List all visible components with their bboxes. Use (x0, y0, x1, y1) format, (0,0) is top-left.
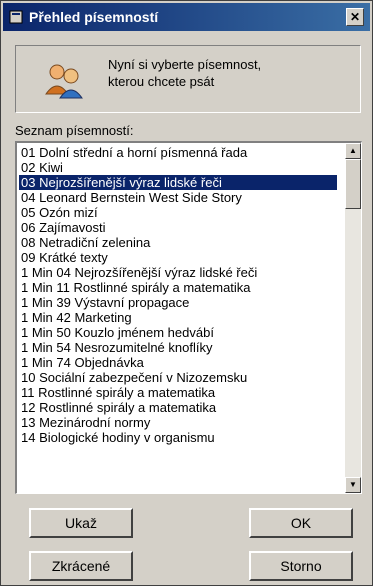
list-item[interactable]: 13 Mezinárodní normy (19, 415, 337, 430)
ok-button[interactable]: OK (249, 508, 353, 538)
list-item[interactable]: 1 Min 04 Nejrozšířenější výraz lidské ře… (19, 265, 337, 280)
list-item[interactable]: 1 Min 50 Kouzlo jménem hedvábí (19, 325, 337, 340)
list-items: 01 Dolní střední a horní písmenná řada 02… (19, 145, 337, 445)
scroll-thumb[interactable] (345, 159, 361, 209)
close-button[interactable]: ✕ (346, 8, 364, 26)
dialog-window: Přehled písemností ✕ Nyní si vyberte pís… (0, 0, 373, 586)
cancel-button[interactable]: Storno (249, 551, 353, 581)
list-item[interactable]: 02 Kiwi (19, 160, 337, 175)
scroll-up-button[interactable]: ▲ (345, 143, 361, 159)
list-item[interactable]: 06 Zajímavosti (19, 220, 337, 235)
list-item[interactable]: 09 Krátké texty (19, 250, 337, 265)
document-listbox[interactable]: 01 Dolní střední a horní písmenná řada 02… (15, 141, 362, 494)
list-item[interactable]: 1 Min 54 Nesrozumitelné knoflíky (19, 340, 337, 355)
people-icon (45, 64, 83, 99)
list-item[interactable]: 08 Netradiční zelenina (19, 235, 337, 250)
info-panel: Nyní si vyberte písemnost, kterou chcete… (15, 45, 361, 113)
instruction-line-2: kterou chcete psát (108, 74, 215, 89)
list-item[interactable]: 03 Nejrozšířenější výraz lidské řeči (19, 175, 337, 190)
list-item[interactable]: 01 Dolní střední a horní písmenná řada (19, 145, 337, 160)
window-title: Přehled písemností (29, 9, 159, 25)
list-item[interactable]: 1 Min 11 Rostlinné spirály a matematika (19, 280, 337, 295)
scroll-down-button[interactable]: ▼ (345, 477, 361, 493)
list-item[interactable]: 1 Min 42 Marketing (19, 310, 337, 325)
vertical-scrollbar[interactable]: ▲ ▼ (345, 143, 361, 493)
title-bar[interactable]: Přehled písemností ✕ (3, 3, 370, 31)
list-item[interactable]: 12 Rostlinné spirály a matematika (19, 400, 337, 415)
list-item[interactable]: 11 Rostlinné spirály a matematika (19, 385, 337, 400)
abbreviated-button[interactable]: Zkrácené (29, 551, 133, 581)
list-label: Seznam písemností: (15, 123, 134, 138)
instruction-text: Nyní si vyberte písemnost, kterou chcete… (108, 56, 308, 90)
list-item[interactable]: 1 Min 74 Objednávka (19, 355, 337, 370)
show-button[interactable]: Ukaž (29, 508, 133, 538)
list-item[interactable]: 10 Sociální zabezpečení v Nizozemsku (19, 370, 337, 385)
list-item[interactable]: 05 Ozón mizí (19, 205, 337, 220)
list-item[interactable]: 1 Min 39 Výstavní propagace (19, 295, 337, 310)
app-icon (9, 10, 23, 24)
list-item[interactable]: 14 Biologické hodiny v organismu (19, 430, 337, 445)
list-item[interactable]: 04 Leonard Bernstein West Side Story (19, 190, 337, 205)
instruction-line-1: Nyní si vyberte písemnost, (108, 57, 262, 72)
